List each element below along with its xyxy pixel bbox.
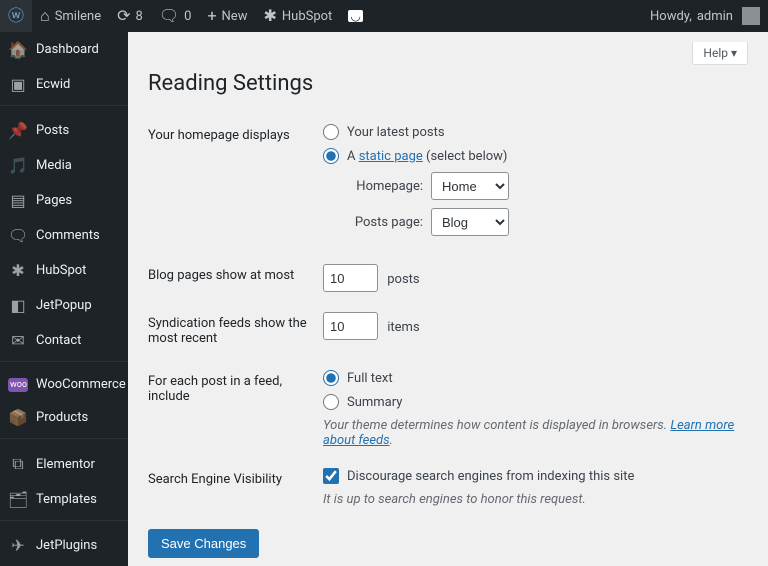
- update-icon: ⟳: [117, 8, 130, 24]
- site-name-item[interactable]: ⌂ Smilene: [32, 0, 109, 32]
- pin-icon: 📌: [8, 121, 28, 140]
- label-sev: Search Engine Visibility: [148, 458, 323, 517]
- dashboard-icon: 🏠: [8, 40, 28, 59]
- checkbox-discourage[interactable]: [323, 468, 339, 484]
- plus-icon: +: [207, 8, 216, 24]
- content-area: Help ▾ Reading Settings Your homepage di…: [128, 32, 768, 566]
- wordpress-icon: ⓦ: [8, 8, 24, 24]
- elementor-icon: ⧉: [8, 454, 28, 474]
- updates-count: 8: [136, 9, 143, 24]
- label-syndication: Syndication feeds show the most recent: [148, 302, 323, 360]
- radio-summary[interactable]: [323, 394, 339, 410]
- sidebar-item-dashboard[interactable]: 🏠Dashboard: [0, 32, 128, 67]
- settings-table: Your homepage displays Your latest posts…: [148, 114, 748, 517]
- sidebar-item-comments[interactable]: 🗨Comments: [0, 218, 128, 253]
- my-account[interactable]: Howdy, admin: [642, 0, 768, 32]
- wp-logo[interactable]: ⓦ: [0, 0, 32, 32]
- sidebar-item-media[interactable]: 🎵Media: [0, 148, 128, 183]
- new-item[interactable]: + New: [199, 0, 255, 32]
- radio-summary-label: Summary: [347, 395, 402, 410]
- help-button[interactable]: Help ▾: [692, 42, 748, 65]
- hubspot-icon: ✱: [8, 261, 28, 280]
- smush-item[interactable]: ◡: [340, 0, 370, 32]
- home-icon: ⌂: [40, 8, 50, 24]
- sidebar-item-products[interactable]: 📦Products: [0, 400, 128, 435]
- radio-full-text[interactable]: [323, 370, 339, 386]
- checkbox-discourage-label: Discourage search engines from indexing …: [347, 469, 634, 484]
- save-button[interactable]: Save Changes: [148, 529, 259, 558]
- smush-icon: ◡: [348, 10, 362, 22]
- sidebar-item-elementor[interactable]: ⧉Elementor: [0, 446, 128, 482]
- admin-menu: 🏠Dashboard ▣Ecwid 📌Posts 🎵Media ▤Pages 🗨…: [0, 32, 128, 566]
- sidebar-item-jetpopup[interactable]: ◧JetPopup: [0, 288, 128, 323]
- static-page-link[interactable]: static page: [359, 149, 423, 164]
- radio-static-page[interactable]: [323, 148, 339, 164]
- label-syndication-suffix: items: [387, 320, 419, 335]
- hubspot-icon: ✱: [263, 8, 276, 24]
- page-icon: ▤: [8, 191, 28, 210]
- avatar: [742, 7, 760, 25]
- howdy-prefix: Howdy,: [650, 9, 692, 24]
- label-blog-pages-suffix: posts: [387, 272, 419, 287]
- menu-separator: [0, 105, 128, 110]
- templates-icon: 🗂: [8, 490, 28, 509]
- sidebar-item-jetplugins[interactable]: ✈JetPlugins: [0, 528, 128, 563]
- postspage-select[interactable]: Blog: [431, 208, 509, 236]
- radio-latest-posts[interactable]: [323, 124, 339, 140]
- contact-icon: ✉: [8, 331, 28, 350]
- comments-item[interactable]: 🗨0: [151, 0, 200, 32]
- page-title: Reading Settings: [148, 71, 748, 96]
- sidebar-item-posts[interactable]: 📌Posts: [0, 113, 128, 148]
- sidebar-item-pages[interactable]: ▤Pages: [0, 183, 128, 218]
- sidebar-item-hubspot[interactable]: ✱HubSpot: [0, 253, 128, 288]
- menu-separator: [0, 438, 128, 443]
- input-blog-pages[interactable]: [323, 264, 378, 292]
- admin-bar: ⓦ ⌂Smilene ⟳8 🗨0 +New ✱HubSpot ◡ Howdy, …: [0, 0, 768, 32]
- updates-item[interactable]: ⟳8: [109, 0, 151, 32]
- site-name: Smilene: [55, 9, 101, 24]
- menu-separator: [0, 520, 128, 525]
- chevron-down-icon: ▾: [731, 46, 737, 60]
- woo-icon: woo: [8, 378, 28, 392]
- postspage-select-label: Posts page:: [343, 215, 423, 230]
- media-icon: 🎵: [8, 156, 28, 175]
- products-icon: 📦: [8, 408, 28, 427]
- sidebar-item-ecwid[interactable]: ▣Ecwid: [0, 67, 128, 102]
- comment-icon: 🗨: [159, 8, 179, 24]
- label-blog-pages: Blog pages show at most: [148, 254, 323, 302]
- sidebar-item-contact[interactable]: ✉Contact: [0, 323, 128, 358]
- radio-full-text-label: Full text: [347, 371, 393, 386]
- menu-separator: [0, 361, 128, 366]
- jetplugins-icon: ✈: [8, 536, 28, 555]
- hubspot-item[interactable]: ✱ HubSpot: [255, 0, 340, 32]
- jetpopup-icon: ◧: [8, 296, 28, 315]
- radio-static-page-label: A static page (select below): [347, 149, 507, 164]
- label-feed-include: For each post in a feed, include: [148, 360, 323, 458]
- comments-count: 0: [184, 9, 191, 24]
- feed-description: Your theme determines how content is dis…: [323, 418, 748, 448]
- comment-icon: 🗨: [8, 226, 28, 245]
- hubspot-label: HubSpot: [282, 9, 332, 24]
- homepage-select-label: Homepage:: [343, 179, 423, 194]
- ecwid-icon: ▣: [8, 75, 28, 94]
- input-syndication[interactable]: [323, 312, 378, 340]
- username: admin: [697, 9, 733, 24]
- sidebar-item-woocommerce[interactable]: wooWooCommerce: [0, 369, 128, 400]
- label-homepage-displays: Your homepage displays: [148, 114, 323, 254]
- radio-latest-posts-label: Your latest posts: [347, 125, 445, 140]
- sidebar-item-templates[interactable]: 🗂Templates: [0, 482, 128, 517]
- sev-description: It is up to search engines to honor this…: [323, 492, 748, 507]
- new-label: New: [222, 9, 248, 24]
- homepage-select[interactable]: Home: [431, 172, 509, 200]
